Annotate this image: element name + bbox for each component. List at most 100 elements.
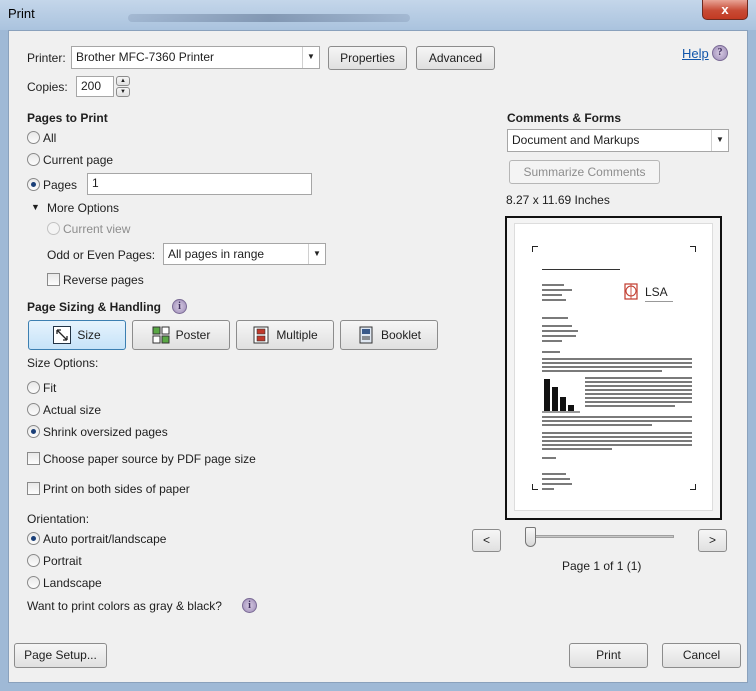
window-title: Print (8, 6, 35, 21)
chevron-down-icon: ▼ (711, 130, 728, 151)
crop-mark (690, 484, 696, 490)
info-icon[interactable]: i (172, 299, 187, 314)
copies-increment[interactable]: ▲ (116, 76, 130, 86)
signature-block (542, 473, 572, 490)
radio-fit-label: Fit (43, 381, 57, 395)
help-link[interactable]: Help (682, 46, 709, 61)
printer-select[interactable]: Brother MFC-7360 Printer ▼ (71, 46, 320, 69)
logo-sub (645, 301, 673, 302)
paper-source-label: Choose paper source by PDF page size (43, 452, 256, 466)
multiple-button-label: Multiple (276, 328, 318, 342)
more-options-toggle[interactable]: More Options (47, 201, 119, 215)
page-setup-button[interactable]: Page Setup... (14, 643, 107, 668)
next-page-button[interactable]: > (698, 529, 727, 552)
page-dimensions: 8.27 x 11.69 Inches (506, 193, 610, 207)
radio-actual-size-label: Actual size (43, 403, 102, 417)
pages-to-print-heading: Pages to Print (27, 111, 108, 125)
chevron-down-icon: ▼ (308, 244, 325, 264)
cancel-button[interactable]: Cancel (662, 643, 741, 668)
logo-text: LSA (645, 285, 668, 299)
radio-auto-orientation-label: Auto portrait/landscape (43, 532, 167, 546)
radio-landscape-label: Landscape (43, 576, 102, 590)
comments-forms-value: Document and Markups (512, 133, 640, 147)
radio-all-label: All (43, 131, 57, 145)
address-block (542, 284, 572, 304)
radio-auto-orientation[interactable] (27, 532, 40, 545)
crop-mark (690, 246, 696, 252)
printer-label: Printer: (27, 51, 66, 65)
radio-portrait[interactable] (27, 554, 40, 567)
booklet-button[interactable]: Booklet (340, 320, 438, 350)
poster-icon (152, 326, 170, 344)
closing-line (542, 457, 556, 459)
both-sides-checkbox[interactable] (27, 482, 40, 495)
radio-shrink-label: Shrink oversized pages (43, 425, 168, 439)
radio-shrink[interactable] (27, 425, 40, 438)
help-icon[interactable]: ? (712, 45, 728, 61)
radio-actual-size[interactable] (27, 403, 40, 416)
orientation-label: Orientation: (27, 512, 90, 526)
page-sizing-heading: Page Sizing & Handling (27, 300, 162, 314)
reverse-pages-label: Reverse pages (63, 273, 144, 287)
print-preview: LSA (505, 216, 722, 520)
comments-forms-heading: Comments & Forms (507, 111, 622, 125)
logo-icon (623, 282, 641, 305)
copies-input[interactable]: 200 (76, 76, 114, 97)
close-button[interactable]: x (702, 0, 748, 20)
expand-triangle-icon[interactable]: ▼ (31, 202, 40, 212)
radio-current-page[interactable] (27, 153, 40, 166)
radio-pages[interactable] (27, 178, 40, 191)
radio-fit[interactable] (27, 381, 40, 394)
size-button-label: Size (77, 328, 101, 342)
body-text (542, 358, 692, 374)
size-button[interactable]: Size (28, 320, 126, 350)
salutation-line (542, 351, 560, 353)
copies-decrement[interactable]: ▼ (116, 87, 130, 97)
body-text (585, 377, 692, 409)
rule-line (542, 269, 620, 270)
radio-all[interactable] (27, 131, 40, 144)
chevron-down-icon: ▼ (302, 47, 319, 68)
radio-landscape[interactable] (27, 576, 40, 589)
radio-current-view (47, 222, 60, 235)
poster-button[interactable]: Poster (132, 320, 230, 350)
properties-button[interactable]: Properties (328, 46, 407, 70)
size-icon (53, 326, 72, 344)
odd-even-select[interactable]: All pages in range ▼ (163, 243, 326, 265)
body-text (542, 416, 692, 452)
radio-pages-label: Pages (43, 178, 78, 192)
reverse-pages-checkbox[interactable] (47, 273, 60, 286)
radio-current-page-label: Current page (43, 153, 114, 167)
info-icon[interactable]: i (242, 598, 257, 613)
multiple-button[interactable]: Multiple (236, 320, 334, 350)
bar-chart-figure (542, 377, 580, 413)
pages-range-input[interactable]: 1 (87, 173, 312, 195)
title-blur (128, 14, 410, 22)
printer-select-value: Brother MFC-7360 Printer (76, 50, 215, 64)
both-sides-label: Print on both sides of paper (43, 482, 190, 496)
page-status: Page 1 of 1 (1) (562, 559, 642, 573)
page-slider-track[interactable] (529, 535, 674, 538)
copies-label: Copies: (27, 80, 68, 94)
recipient-block (542, 325, 578, 345)
preview-page: LSA (515, 224, 712, 510)
previous-page-button[interactable]: < (472, 529, 501, 552)
size-options-label: Size Options: (27, 356, 99, 370)
odd-even-value: All pages in range (168, 247, 265, 261)
page-slider-thumb[interactable] (525, 527, 536, 547)
crop-mark (532, 484, 538, 490)
comments-forms-select[interactable]: Document and Markups ▼ (507, 129, 729, 152)
summarize-comments-button[interactable]: Summarize Comments (509, 160, 660, 184)
poster-button-label: Poster (175, 328, 211, 342)
multiple-icon (252, 326, 270, 344)
crop-mark (532, 246, 538, 252)
advanced-button[interactable]: Advanced (416, 46, 495, 70)
print-button[interactable]: Print (569, 643, 648, 668)
paper-source-checkbox[interactable] (27, 452, 40, 465)
booklet-icon (357, 326, 375, 344)
radio-current-view-label: Current view (63, 222, 131, 236)
odd-even-label: Odd or Even Pages: (47, 248, 156, 262)
booklet-button-label: Booklet (380, 328, 422, 342)
radio-portrait-label: Portrait (43, 554, 82, 568)
gray-question-label: Want to print colors as gray & black? (27, 599, 222, 613)
